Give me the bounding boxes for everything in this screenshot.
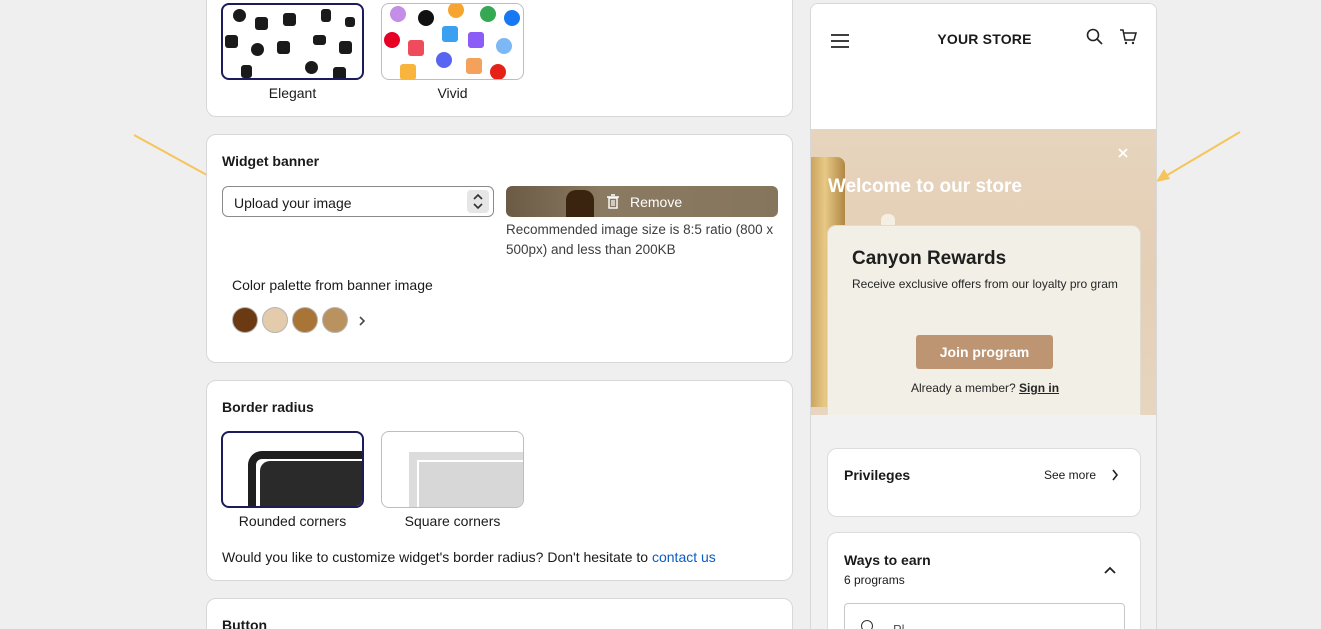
icon-style-elegant-option[interactable] bbox=[221, 3, 364, 80]
member-text: Already a member? bbox=[910, 381, 1016, 395]
person-icon bbox=[233, 9, 246, 22]
youtube-icon bbox=[313, 35, 326, 45]
pinterest-icon bbox=[384, 32, 400, 48]
square-corners-option[interactable] bbox=[381, 431, 524, 508]
widget-banner-card: Widget banner Upload your image Remove R… bbox=[206, 134, 793, 363]
heart-icon bbox=[305, 61, 318, 74]
programs-count: 6 programs bbox=[844, 573, 905, 587]
map-pin-icon bbox=[480, 6, 496, 22]
privileges-title: Privileges bbox=[844, 467, 911, 483]
palette-swatch-1[interactable] bbox=[232, 307, 258, 333]
share-icon bbox=[400, 64, 416, 79]
see-more-link[interactable]: See more bbox=[1044, 468, 1096, 482]
icon-style-vivid-option[interactable] bbox=[381, 3, 524, 80]
ways-to-earn-card: Ways to earn 6 programs Pl bbox=[827, 532, 1141, 629]
palette-swatch-4[interactable] bbox=[322, 307, 348, 333]
gift-icon bbox=[466, 58, 482, 74]
square-corners-label: Square corners bbox=[404, 513, 501, 529]
border-radius-title: Border radius bbox=[222, 399, 314, 415]
welcome-banner: Welcome to our store Canyon Rewards Rece… bbox=[811, 129, 1156, 415]
chevron-right-icon bbox=[1111, 468, 1119, 486]
palette-swatch-2[interactable] bbox=[262, 307, 288, 333]
rewards-description: Receive exclusive offers from our loyalt… bbox=[852, 277, 1118, 291]
camera-icon bbox=[255, 17, 268, 30]
square-corner-block bbox=[419, 462, 523, 507]
cart-icon[interactable] bbox=[1119, 28, 1137, 50]
chevron-right-icon[interactable] bbox=[357, 314, 367, 332]
palette-swatch-3[interactable] bbox=[292, 307, 318, 333]
welcome-title: Welcome to our store bbox=[828, 176, 1022, 197]
search-icon bbox=[861, 620, 873, 629]
button-card: Button bbox=[206, 598, 793, 629]
rounded-corner-block bbox=[260, 461, 362, 506]
users-icon bbox=[339, 41, 352, 54]
contact-us-link[interactable]: contact us bbox=[652, 549, 716, 565]
bottle-thumbnail bbox=[566, 190, 594, 217]
discord-icon bbox=[436, 52, 452, 68]
store-name: YOUR STORE bbox=[937, 31, 1032, 47]
remove-banner-button[interactable]: Remove bbox=[506, 186, 778, 217]
button-section-title: Button bbox=[222, 617, 268, 629]
ticket-icon bbox=[408, 40, 424, 56]
search-icon[interactable] bbox=[1086, 28, 1103, 50]
join-program-button[interactable]: Join program bbox=[916, 335, 1053, 369]
border-radius-question: Would you like to customize widget's bor… bbox=[222, 549, 652, 565]
store-header: YOUR STORE bbox=[811, 4, 1156, 129]
program-search-placeholder: Pl bbox=[893, 622, 905, 629]
facebook-icon bbox=[504, 10, 520, 26]
percent-icon bbox=[345, 17, 355, 27]
widget-banner-title: Widget banner bbox=[222, 153, 320, 169]
privileges-card[interactable]: Privileges See more bbox=[827, 448, 1141, 517]
icon-style-card: Elegant Vivid bbox=[206, 0, 793, 117]
program-search-field[interactable]: Pl bbox=[844, 603, 1125, 629]
ways-to-earn-title: Ways to earn bbox=[844, 552, 931, 568]
rounded-corners-option[interactable] bbox=[221, 431, 364, 508]
tiktok-icon bbox=[418, 10, 434, 26]
trash-icon bbox=[606, 194, 620, 214]
widget-preview: YOUR STORE Welcome to our store Canyon R… bbox=[810, 3, 1157, 629]
stack-icon bbox=[442, 26, 458, 42]
member-line: Already a member? Sign in bbox=[828, 381, 1142, 395]
pinterest-icon bbox=[251, 43, 264, 56]
remove-banner-label: Remove bbox=[630, 194, 683, 210]
tiktok-icon bbox=[241, 65, 252, 78]
coupon-icon bbox=[468, 32, 484, 48]
border-radius-help-text: Would you like to customize widget's bor… bbox=[222, 549, 716, 565]
palette-label: Color palette from banner image bbox=[232, 277, 433, 293]
rounded-corners-label: Rounded corners bbox=[238, 513, 347, 529]
chevron-up-icon[interactable] bbox=[1104, 561, 1116, 579]
close-icon[interactable] bbox=[1117, 146, 1129, 164]
chat-icon bbox=[390, 6, 406, 22]
icon-style-vivid-label: Vivid bbox=[437, 85, 468, 101]
icon-style-elegant-label: Elegant bbox=[268, 85, 317, 101]
select-arrows-icon bbox=[467, 190, 489, 213]
banner-source-select[interactable]: Upload your image bbox=[222, 186, 494, 217]
banner-size-hint: Recommended image size is 8:5 ratio (800… bbox=[506, 222, 774, 257]
banner-source-value: Upload your image bbox=[234, 195, 352, 211]
sign-in-link[interactable]: Sign in bbox=[1019, 381, 1059, 395]
puzzle-icon bbox=[283, 13, 296, 26]
annotation-arrow-right bbox=[1156, 131, 1241, 182]
send-icon bbox=[333, 67, 346, 78]
cart-icon bbox=[225, 35, 238, 48]
user-icon bbox=[496, 38, 512, 54]
rainbow-icon bbox=[448, 4, 464, 18]
document-icon bbox=[321, 9, 331, 22]
border-radius-card: Border radius Rounded corners Square cor… bbox=[206, 380, 793, 581]
gift-icon bbox=[277, 41, 290, 54]
rewards-title: Canyon Rewards bbox=[852, 248, 1007, 269]
rewards-card: Canyon Rewards Receive exclusive offers … bbox=[827, 225, 1141, 415]
youtube-icon bbox=[490, 64, 506, 79]
